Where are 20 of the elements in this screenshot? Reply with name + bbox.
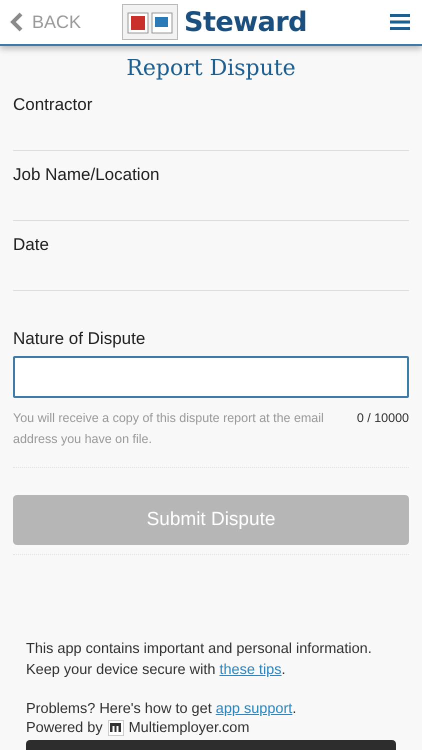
company-name: Multiemployer.com xyxy=(128,720,250,736)
footer-text: Problems? Here's how to get app support. xyxy=(26,700,298,719)
page-title: Report Dispute xyxy=(125,56,297,81)
logo-icon xyxy=(122,4,178,40)
input-field[interactable] xyxy=(13,356,409,398)
field-label: Date xyxy=(13,235,50,255)
character-counter: 0 / 10000 xyxy=(356,410,409,427)
chevron-left-icon xyxy=(10,12,24,32)
field-label: Job Name/Location xyxy=(13,165,160,185)
field-label: Nature of Dispute xyxy=(13,329,146,349)
logo-icon xyxy=(108,720,124,736)
menu-icon[interactable] xyxy=(390,13,410,31)
footer-link[interactable]: these tips xyxy=(219,662,282,678)
field-label: Contractor xyxy=(13,95,94,115)
footer-text: This app contains important and personal information. Keep your device secure with these tips. xyxy=(26,640,373,680)
brand-name: Steward xyxy=(184,6,307,38)
hint-text: You will receive a copy of this dispute report at the email address you have on file. xyxy=(13,410,325,448)
footer-link[interactable]: app support xyxy=(216,701,292,717)
powered-by-text: Powered by xyxy=(26,720,103,736)
back-button[interactable]: BACK xyxy=(10,12,122,32)
